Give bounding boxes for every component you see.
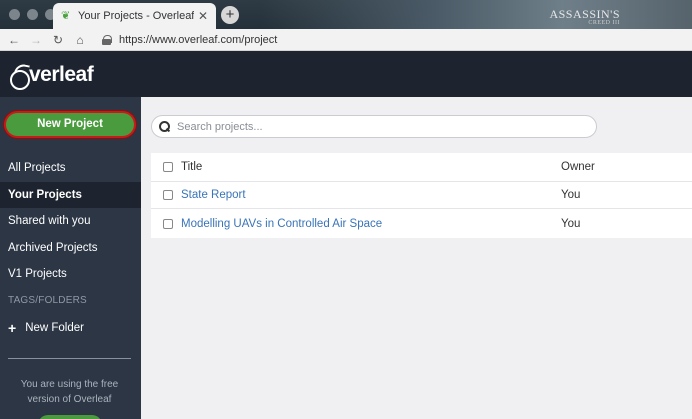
search-box <box>151 115 597 138</box>
logo-text: verleaf <box>29 63 94 86</box>
sidebar-item-shared-with-you[interactable]: Shared with you <box>0 208 141 235</box>
main-content: Title Owner State Report You Modelling U… <box>141 97 692 419</box>
column-header-title[interactable]: Title <box>181 161 202 173</box>
new-folder-button[interactable]: + New Folder <box>8 321 84 335</box>
new-folder-label: New Folder <box>25 322 84 334</box>
new-project-button[interactable]: New Project <box>6 113 134 136</box>
plus-icon: + <box>8 320 17 336</box>
sidebar: New Project All Projects Your Projects S… <box>0 97 141 419</box>
lock-icon <box>102 34 112 45</box>
app-header: verleaf <box>0 51 692 97</box>
search-icon <box>159 121 170 132</box>
sidebar-item-your-projects[interactable]: Your Projects <box>0 181 141 208</box>
project-owner: You <box>561 189 581 201</box>
free-plan-note: You are using the free version of Overle… <box>20 379 119 405</box>
sidebar-divider <box>8 358 131 359</box>
row-checkbox[interactable] <box>163 190 173 200</box>
overleaf-logo[interactable]: verleaf <box>9 63 94 90</box>
project-link[interactable]: Modelling UAVs in Controlled Air Space <box>181 218 382 230</box>
project-table: Title Owner State Report You Modelling U… <box>151 153 692 238</box>
sidebar-nav: All Projects Your Projects Shared with y… <box>0 155 141 288</box>
table-header-row: Title Owner <box>151 153 692 182</box>
back-arrow-icon[interactable]: ← <box>6 33 22 47</box>
theme-brand-art: ASSASSIN'S CREED III <box>549 7 620 26</box>
upgrade-button[interactable] <box>38 415 102 419</box>
close-window-button[interactable] <box>9 9 20 20</box>
table-row: Modelling UAVs in Controlled Air Space Y… <box>151 209 692 238</box>
theme-brand-text: ASSASSIN'S <box>549 7 620 21</box>
url-text: https://www.overleaf.com/project <box>119 33 278 46</box>
row-checkbox[interactable] <box>163 218 173 229</box>
select-all-checkbox[interactable] <box>163 162 173 172</box>
address-bar: ← → ↻ ⌂ https://www.overleaf.com/project <box>0 29 692 51</box>
home-icon[interactable]: ⌂ <box>72 33 88 47</box>
reload-icon[interactable]: ↻ <box>50 33 66 47</box>
browser-tab-bar: ❦ Your Projects - Overleaf, Onlin ✕ + AS… <box>0 0 692 29</box>
tags-folders-heading: TAGS/FOLDERS <box>8 295 87 306</box>
sidebar-item-all-projects[interactable]: All Projects <box>0 155 141 182</box>
overleaf-favicon-icon: ❦ <box>61 9 71 22</box>
forward-arrow-icon[interactable]: → <box>28 33 44 47</box>
table-row: State Report You <box>151 182 692 209</box>
overleaf-leaf-icon <box>9 64 30 90</box>
url-field[interactable]: https://www.overleaf.com/project <box>102 34 277 46</box>
sidebar-item-v1-projects[interactable]: V1 Projects <box>0 261 141 288</box>
column-header-owner[interactable]: Owner <box>561 161 595 173</box>
project-link[interactable]: State Report <box>181 189 246 201</box>
minimize-window-button[interactable] <box>27 9 38 20</box>
tab-bar-theme-art <box>262 0 692 29</box>
window-controls <box>9 9 56 20</box>
tab-close-icon[interactable]: ✕ <box>198 9 208 23</box>
sidebar-item-archived-projects[interactable]: Archived Projects <box>0 235 141 262</box>
project-owner: You <box>561 217 581 230</box>
search-input[interactable] <box>177 120 577 133</box>
new-tab-button[interactable]: + <box>221 6 239 24</box>
tab-title: Your Projects - Overleaf, Onlin <box>78 10 194 22</box>
browser-tab[interactable]: ❦ Your Projects - Overleaf, Onlin ✕ <box>53 3 216 29</box>
